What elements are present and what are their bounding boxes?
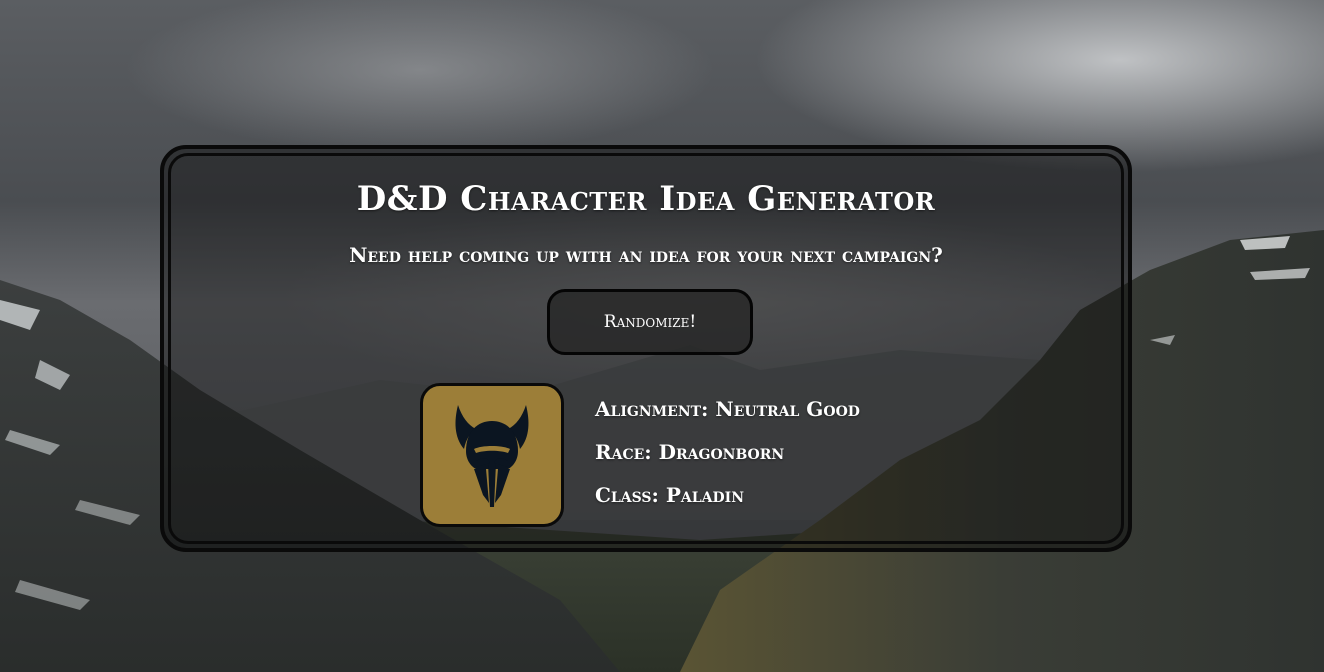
- race-label: Race:: [595, 440, 652, 464]
- class-icon-box: [420, 383, 564, 527]
- class-value: Paladin: [665, 483, 744, 507]
- character-info: Alignment: Neutral Good Race: Dragonborn…: [595, 395, 860, 524]
- randomize-button[interactable]: Randomize!: [547, 289, 753, 355]
- race-value: Dragonborn: [658, 440, 785, 464]
- race-row: Race: Dragonborn: [595, 438, 860, 481]
- paladin-helmet-icon: [455, 405, 529, 507]
- alignment-label: Alignment:: [595, 397, 709, 421]
- page-subtitle: Need help coming up with an idea for you…: [349, 243, 943, 267]
- alignment-row: Alignment: Neutral Good: [595, 395, 860, 438]
- alignment-value: Neutral Good: [715, 397, 860, 421]
- class-label: Class:: [595, 483, 659, 507]
- class-row: Class: Paladin: [595, 481, 860, 524]
- page-title: D&D Character Idea Generator: [356, 179, 936, 219]
- generator-panel: D&D Character Idea Generator Need help c…: [160, 145, 1132, 552]
